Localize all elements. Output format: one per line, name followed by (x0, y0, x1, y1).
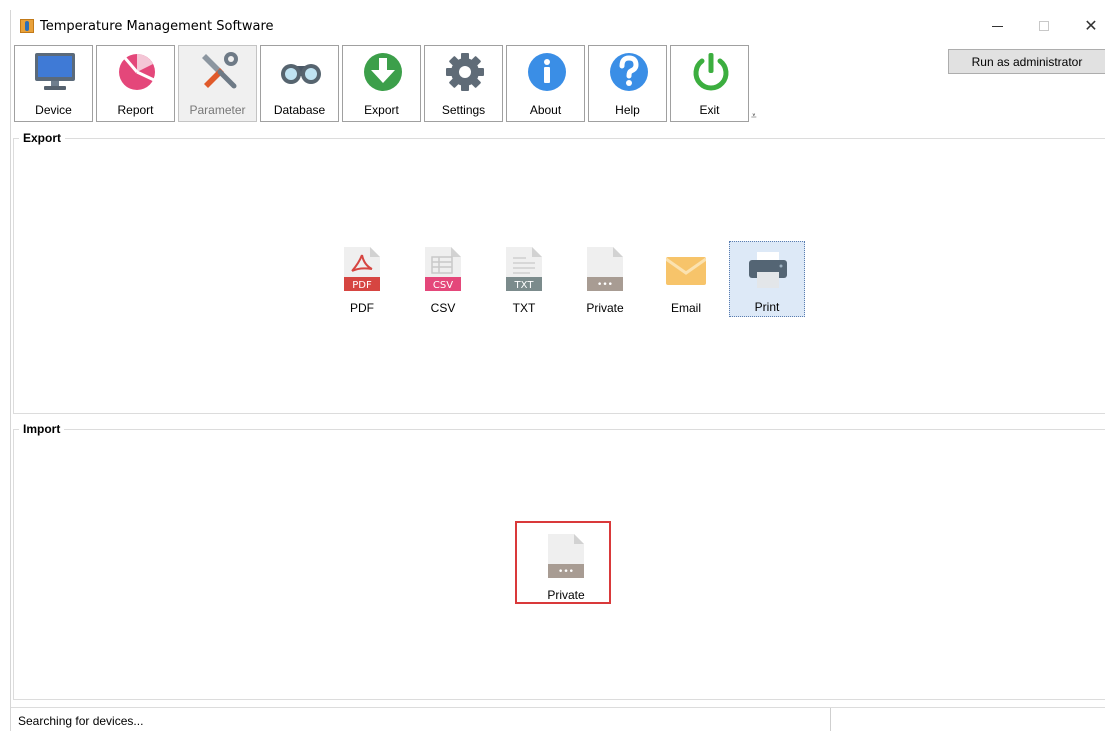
app-logo-icon (20, 19, 34, 33)
title-bar: Temperature Management Software ✕ (11, 10, 1105, 44)
toolbar-report-button[interactable]: Report (96, 45, 175, 122)
export-item-label: Print (754, 300, 780, 314)
run-as-administrator-button[interactable]: Run as administrator (948, 49, 1105, 74)
minimize-button[interactable] (974, 10, 1020, 42)
pie-chart-icon (119, 54, 155, 90)
pdf-file-icon: PDF (344, 247, 380, 291)
export-group: Export PDF PDF CSV CSV TXT TXT ••• Priva… (13, 131, 1105, 414)
export-pdf-button[interactable]: PDF PDF (324, 243, 400, 319)
txt-badge-text: TXT (514, 280, 535, 291)
export-item-label: TXT (512, 301, 536, 315)
toolbar-settings-button[interactable]: Settings (424, 45, 503, 122)
minimize-icon (991, 25, 1003, 27)
export-private-button[interactable]: ••• Private (567, 243, 643, 319)
toolbar-about-button[interactable]: About (506, 45, 585, 122)
toolbar-label: Device (35, 103, 72, 117)
toolbar-label: Report (117, 103, 154, 117)
export-item-label: Email (670, 301, 701, 315)
binoculars-icon (281, 64, 321, 84)
import-private-highlight (515, 521, 611, 604)
gear-icon (446, 53, 484, 91)
status-separator (830, 708, 831, 731)
pdf-badge-text: PDF (352, 280, 372, 291)
close-button[interactable]: ✕ (1068, 10, 1105, 42)
email-envelope-icon (666, 257, 706, 285)
private-file-icon: ••• (587, 247, 623, 291)
export-item-label: PDF (350, 301, 374, 315)
export-print-button[interactable]: Print (729, 241, 805, 317)
toolbar-device-button[interactable]: Device (14, 45, 93, 122)
export-item-label: CSV (430, 301, 456, 315)
export-item-label: Private (586, 301, 624, 315)
export-arrow-icon (364, 53, 402, 91)
toolbar-label: Settings (441, 103, 486, 117)
csv-badge-text: CSV (433, 280, 453, 291)
csv-file-icon: CSV (425, 247, 461, 291)
toolbar-label: Help (615, 103, 640, 117)
import-group-title: Import (19, 422, 65, 436)
export-email-button[interactable]: Email (648, 243, 724, 319)
export-txt-button[interactable]: TXT TXT (486, 243, 562, 319)
toolbar-label: Exit (699, 103, 720, 117)
toolbar-label: Database (273, 103, 326, 117)
txt-file-icon: TXT (506, 247, 542, 291)
toolbar-help-button[interactable]: Help (588, 45, 667, 122)
toolbar-database-button[interactable]: Database (260, 45, 339, 122)
toolbar-label: About (529, 103, 562, 117)
status-text: Searching for devices... (18, 714, 144, 728)
printer-icon (749, 252, 787, 288)
window-title: Temperature Management Software (40, 19, 274, 34)
status-bar: Searching for devices... (11, 707, 1105, 731)
export-group-title: Export (19, 131, 66, 145)
close-icon: ✕ (1084, 18, 1098, 35)
toolbar-overflow-icon[interactable]: ⩡ (751, 111, 757, 122)
power-icon (693, 53, 729, 91)
question-icon (610, 53, 648, 91)
monitor-icon (35, 53, 75, 90)
maximize-icon (1039, 21, 1049, 31)
info-icon (528, 53, 566, 91)
export-csv-button[interactable]: CSV CSV (405, 243, 481, 319)
tools-icon (202, 52, 238, 89)
private-badge-text: ••• (597, 280, 613, 290)
toolbar-label: Export (364, 103, 399, 117)
toolbar-exit-button[interactable]: Exit (670, 45, 749, 122)
toolbar-export-button[interactable]: Export (342, 45, 421, 122)
app-window: Temperature Management Software ✕ Device… (10, 10, 1105, 731)
maximize-button[interactable] (1021, 10, 1067, 42)
toolbar-parameter-button[interactable]: Parameter (178, 45, 257, 122)
toolbar-label: Parameter (189, 103, 246, 117)
